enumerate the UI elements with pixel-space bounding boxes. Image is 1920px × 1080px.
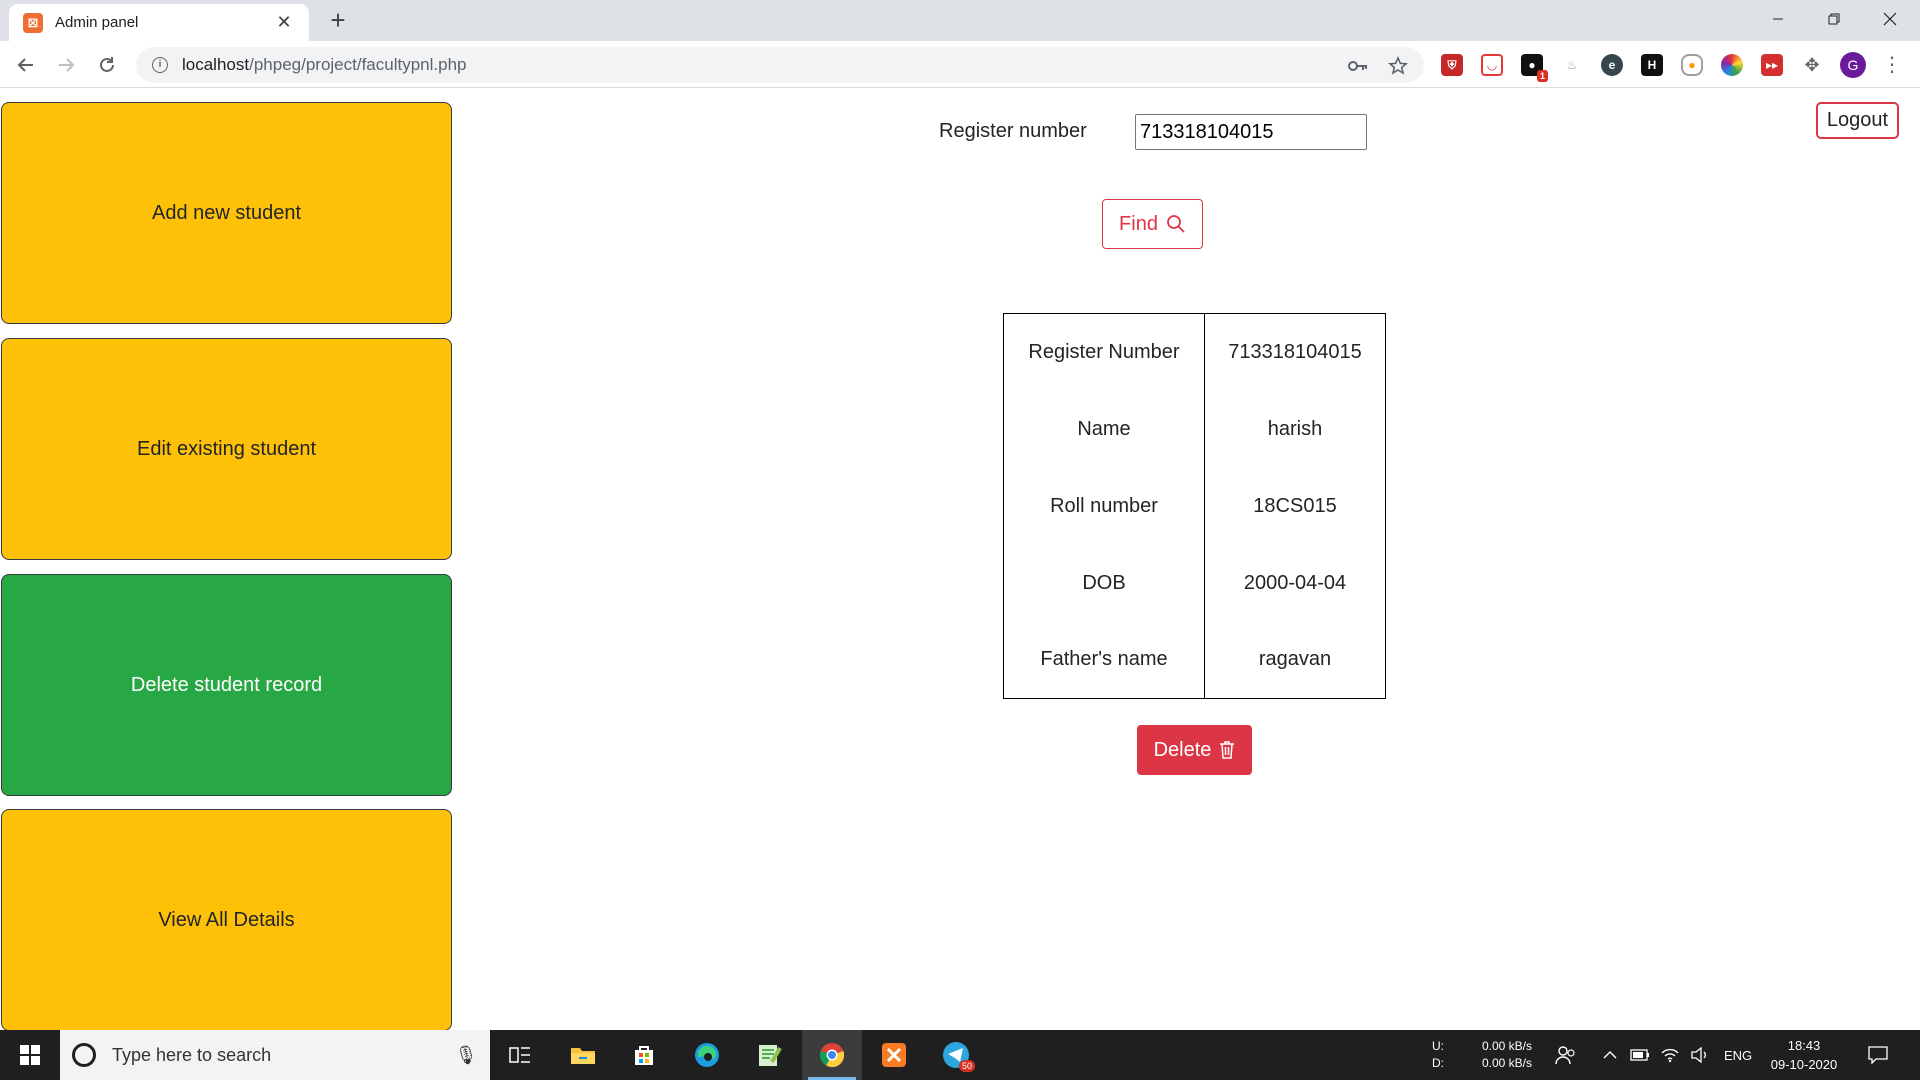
telegram-taskbar-icon[interactable]: 50 xyxy=(926,1030,986,1080)
new-tab-button[interactable]: + xyxy=(324,6,352,34)
table-row: Father's name ragavan xyxy=(1003,621,1386,699)
field-value: harish xyxy=(1204,390,1386,468)
upload-label: U: xyxy=(1432,1039,1444,1053)
field-value: ragavan xyxy=(1204,621,1386,699)
xampp-favicon-icon: ⊠ xyxy=(23,12,43,33)
url-host: localhost xyxy=(182,55,250,74)
language-indicator[interactable]: ENG xyxy=(1724,1030,1752,1080)
tab-strip: ⊠ Admin panel ✕ + xyxy=(0,0,1920,41)
honey-extension-icon[interactable]: ● xyxy=(1681,54,1703,76)
clock-time: 18:43 xyxy=(1787,1038,1821,1053)
extension-badge: 1 xyxy=(1536,70,1548,82)
table-row: Roll number 18CS015 xyxy=(1003,467,1386,545)
field-name: DOB xyxy=(1003,544,1205,622)
cortana-icon xyxy=(72,1043,96,1067)
logout-button[interactable]: Logout xyxy=(1816,102,1899,139)
h-extension-icon[interactable]: H xyxy=(1641,54,1663,76)
windows-taskbar: Type here to search 🎙 50 U: D: 0.00 kB/s… xyxy=(0,1030,1920,1080)
more-menu-icon[interactable]: ⋮ xyxy=(1880,53,1904,77)
page-content: Add new student Edit existing student De… xyxy=(0,89,1920,1031)
field-name: Father's name xyxy=(1003,621,1205,699)
find-button[interactable]: Find xyxy=(1102,199,1203,249)
search-icon xyxy=(1167,215,1185,233)
add-student-button[interactable]: Add new student xyxy=(1,102,452,324)
upload-speed: 0.00 kB/s xyxy=(1481,1039,1532,1053)
notepad-plus-plus-icon[interactable] xyxy=(739,1030,799,1080)
profile-avatar[interactable]: G xyxy=(1840,52,1866,78)
table-row: DOB 2000-04-04 xyxy=(1003,544,1386,622)
download-label: D: xyxy=(1432,1056,1444,1070)
field-value: 2000-04-04 xyxy=(1204,544,1386,622)
color-picker-extension-icon[interactable] xyxy=(1721,54,1743,76)
java-extension-icon[interactable]: ♨ xyxy=(1561,54,1583,76)
forward-arrow-icon[interactable] xyxy=(50,49,82,81)
tab-title: Admin panel xyxy=(55,14,139,31)
wifi-icon[interactable] xyxy=(1660,1030,1680,1080)
table-row: Name harish xyxy=(1003,390,1386,468)
key-icon[interactable] xyxy=(1348,56,1368,76)
volume-icon[interactable] xyxy=(1690,1030,1710,1080)
task-view-icon[interactable] xyxy=(490,1030,550,1080)
edit-student-button[interactable]: Edit existing student xyxy=(1,338,452,560)
register-number-label: Register number xyxy=(939,120,1087,142)
action-center-icon[interactable] xyxy=(1868,1030,1888,1080)
browser-toolbar: i localhost/phpeg/project/facultypnl.php… xyxy=(0,41,1920,88)
taskbar-search[interactable]: Type here to search 🎙 xyxy=(60,1030,490,1080)
fast-forward-extension-icon[interactable]: ▸▸ xyxy=(1761,54,1783,76)
field-value: 18CS015 xyxy=(1204,467,1386,545)
back-arrow-icon[interactable] xyxy=(10,49,42,81)
student-details-table: Register Number 713318104015 Name harish… xyxy=(1003,313,1386,699)
field-name: Register Number xyxy=(1003,313,1205,391)
tab-close-icon[interactable]: ✕ xyxy=(273,12,295,33)
site-info-icon[interactable]: i xyxy=(152,57,168,73)
download-speed: 0.00 kB/s xyxy=(1481,1056,1532,1070)
file-explorer-icon[interactable] xyxy=(553,1030,613,1080)
field-name: Name xyxy=(1003,390,1205,468)
microsoft-store-icon[interactable] xyxy=(614,1030,674,1080)
net-speed-labels: U: D: xyxy=(1432,1030,1444,1080)
field-name: Roll number xyxy=(1003,467,1205,545)
edge-browser-icon[interactable] xyxy=(677,1030,737,1080)
clock[interactable]: 18:43 09-10-2020 xyxy=(1762,1030,1846,1080)
close-window-icon[interactable] xyxy=(1862,0,1918,38)
address-bar[interactable]: i localhost/phpeg/project/facultypnl.php xyxy=(136,47,1424,83)
find-button-label: Find xyxy=(1119,212,1158,235)
shield-extension-icon[interactable]: ⛨ xyxy=(1441,54,1463,76)
show-hidden-icons-chevron-icon[interactable] xyxy=(1603,1030,1617,1080)
delete-button[interactable]: Delete xyxy=(1137,725,1252,775)
url-path: /phpeg/project/facultypnl.php xyxy=(249,55,467,74)
table-row: Register Number 713318104015 xyxy=(1003,313,1386,391)
people-icon[interactable] xyxy=(1555,1030,1577,1080)
net-speed-values: 0.00 kB/s 0.00 kB/s xyxy=(1478,1030,1532,1080)
view-all-details-button[interactable]: View All Details xyxy=(1,809,452,1031)
minimize-icon[interactable] xyxy=(1750,0,1806,38)
pocket-extension-icon[interactable]: ◡ xyxy=(1481,54,1503,76)
github-extension-icon[interactable]: ● 1 xyxy=(1521,54,1548,82)
puzzle-extensions-icon[interactable]: ✥ xyxy=(1801,54,1823,76)
delete-student-record-button[interactable]: Delete student record xyxy=(1,574,452,796)
battery-icon[interactable] xyxy=(1630,1030,1650,1080)
xampp-taskbar-icon[interactable] xyxy=(864,1030,924,1080)
reload-icon[interactable] xyxy=(91,49,123,81)
register-number-input[interactable] xyxy=(1135,114,1367,150)
delete-button-label: Delete xyxy=(1153,738,1212,761)
field-value: 713318104015 xyxy=(1204,313,1386,391)
bookmark-star-icon[interactable] xyxy=(1388,56,1408,76)
browser-tab[interactable]: ⊠ Admin panel ✕ xyxy=(9,4,309,41)
globe-extension-icon[interactable]: e xyxy=(1601,54,1623,76)
telegram-unread-badge: 50 xyxy=(959,1060,976,1072)
taskbar-search-placeholder: Type here to search xyxy=(112,1044,272,1065)
trash-icon xyxy=(1220,741,1235,759)
chrome-taskbar-icon[interactable] xyxy=(802,1030,862,1080)
url-text: localhost/phpeg/project/facultypnl.php xyxy=(182,55,466,75)
windows-start-icon[interactable] xyxy=(0,1030,60,1080)
clock-date: 09-10-2020 xyxy=(1770,1057,1838,1072)
microphone-icon[interactable]: 🎙 xyxy=(454,1045,478,1066)
restore-icon[interactable] xyxy=(1806,0,1862,38)
